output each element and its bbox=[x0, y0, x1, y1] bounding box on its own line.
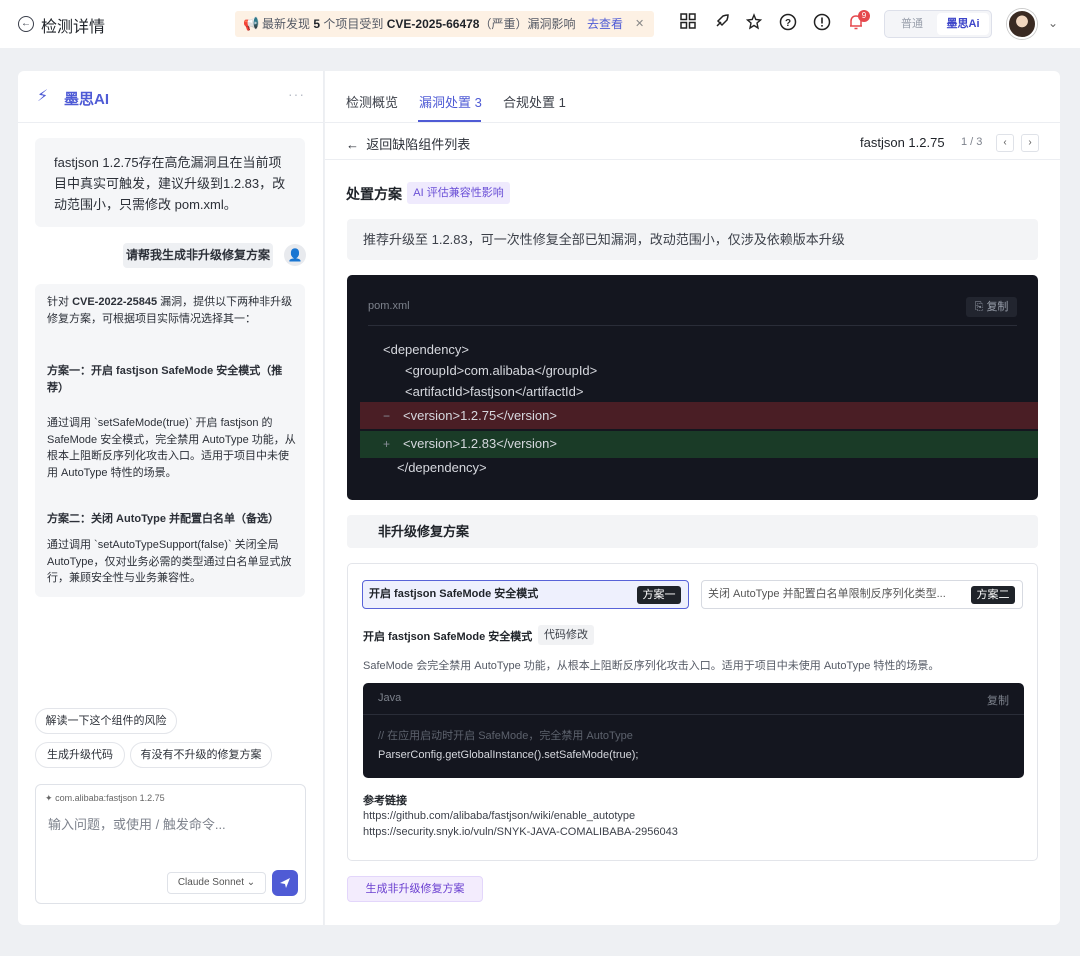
chevron-down-icon[interactable]: ⌄ bbox=[1048, 16, 1058, 30]
suggestion-chip[interactable]: 有没有不升级的修复方案 bbox=[130, 742, 272, 768]
sparkle-star-icon[interactable] bbox=[745, 13, 765, 33]
next-page-button[interactable]: › bbox=[1021, 134, 1039, 152]
code-line: <dependency> bbox=[383, 342, 470, 357]
divider bbox=[363, 714, 1024, 715]
code-line: <version>1.2.83</version> bbox=[403, 436, 557, 451]
code-comment: // 在应用启动时开启 SafeMode，完全禁用 AutoType bbox=[378, 730, 633, 742]
nonupgrade-card: 开启 fastjson SafeMode 安全模式 方案一 关闭 AutoTyp… bbox=[347, 563, 1038, 861]
prev-page-button[interactable]: ‹ bbox=[996, 134, 1014, 152]
ai-panel-header: ⚡ 墨思AI ··· bbox=[18, 71, 324, 123]
copy-icon: ⎘ bbox=[974, 301, 984, 313]
plan2-title: 方案二：关闭 AutoType 并配置白名单（备选） bbox=[47, 513, 280, 525]
notification-badge: 9 bbox=[858, 10, 870, 22]
back-to-list-link[interactable]: ← 返回缺陷组件列表 bbox=[346, 134, 470, 153]
notice-view-link[interactable]: 去查看 bbox=[587, 11, 623, 37]
recommendation-box: 推荐升级至 1.2.83，可一次性修复全部已知漏洞，改动范围小，仅涉及依赖版本升… bbox=[347, 219, 1038, 260]
ai-eval-badge[interactable]: AI 评估兼容性影响 bbox=[407, 182, 510, 204]
svg-text:?: ? bbox=[785, 18, 791, 29]
reference-link[interactable]: https://security.snyk.io/vuln/SNYK-JAVA-… bbox=[363, 826, 678, 838]
top-bar: ← 检测详情 📢 最新发现 5 个项目受到 CVE-2025-66478（严重）… bbox=[0, 0, 1080, 48]
cve-notice-banner: 📢 最新发现 5 个项目受到 CVE-2025-66478（严重）漏洞影响 去查… bbox=[235, 11, 654, 37]
pom-code-block: pom.xml ⎘ 复制 <dependency> <groupId>com.a… bbox=[347, 275, 1038, 500]
copy-button[interactable]: 复制 bbox=[987, 692, 1009, 708]
send-button[interactable] bbox=[272, 870, 298, 896]
rocket-icon[interactable] bbox=[712, 13, 732, 33]
ai-message: fastjson 1.2.75存在高危漏洞且在当前项目中真实可触发，建议升级到1… bbox=[35, 138, 305, 227]
option-tag: 方案二 bbox=[971, 586, 1015, 604]
mode-toggle[interactable]: 普通 墨思Ai bbox=[884, 10, 992, 38]
grid-icon[interactable] bbox=[678, 13, 698, 33]
detail-panel: 检测概览 漏洞处置 3 合规处置 1 ← 返回缺陷组件列表 fastjson 1… bbox=[325, 71, 1060, 925]
suggestion-chip[interactable]: 生成升级代码 bbox=[35, 742, 125, 768]
plan-title: 处置方案 bbox=[346, 186, 402, 202]
plan2-desc: 通过调用 `setAutoTypeSupport(false)` 关闭全局 Au… bbox=[47, 539, 292, 584]
sparkle-icon: ✦ bbox=[45, 793, 53, 803]
option-autotype[interactable]: 关闭 AutoType 并配置白名单限制反序列化类型... 方案二 bbox=[701, 580, 1023, 609]
component-name: fastjson 1.2.75 bbox=[860, 135, 945, 150]
megaphone-icon: 📢 bbox=[243, 16, 260, 31]
code-line: </dependency> bbox=[397, 460, 487, 475]
model-select[interactable]: Claude Sonnet ⌄ bbox=[167, 872, 266, 894]
suggestion-chip[interactable]: 解读一下这个组件的风险 bbox=[35, 708, 177, 734]
divider bbox=[325, 159, 1060, 160]
option-safemode[interactable]: 开启 fastjson SafeMode 安全模式 方案一 bbox=[362, 580, 689, 609]
code-filename: pom.xml bbox=[368, 300, 410, 312]
divider bbox=[368, 325, 1017, 326]
solution-title: 开启 fastjson SafeMode 安全模式 bbox=[363, 631, 533, 643]
reply-intro: 针对 CVE-2022-25845 漏洞，提供以下两种非升级修复方案，可根据项目… bbox=[47, 296, 293, 325]
lightning-icon: ⚡ bbox=[37, 88, 49, 105]
chevron-down-icon: ⌄ bbox=[246, 877, 256, 888]
code-change-tag: 代码修改 bbox=[538, 625, 594, 645]
tab-overview[interactable]: 检测概览 bbox=[346, 92, 398, 111]
reference-title: 参考链接 bbox=[363, 795, 407, 807]
page-title: 检测详情 bbox=[41, 19, 106, 36]
java-code-block: Java 复制 // 在应用启动时开启 SafeMode，完全禁用 AutoTy… bbox=[363, 683, 1024, 778]
nonupgrade-section-title: 非升级修复方案 bbox=[347, 515, 1038, 548]
mode-ai[interactable]: 墨思Ai bbox=[937, 13, 989, 35]
solution-desc: SafeMode 会完全禁用 AutoType 功能，从根本上阻断反序列化攻击入… bbox=[363, 660, 940, 672]
plan1-desc: 通过调用 `setSafeMode(true)` 开启 fastjson 的 S… bbox=[47, 417, 296, 479]
code-line: <version>1.2.75</version> bbox=[403, 408, 557, 423]
code-line: ParserConfig.getGlobalInstance().setSafe… bbox=[378, 749, 639, 761]
avatar[interactable] bbox=[1007, 9, 1037, 39]
user-message: 请帮我生成非升级修复方案 bbox=[123, 243, 273, 268]
diff-minus: − bbox=[383, 409, 391, 423]
arrow-left-icon: ← bbox=[346, 137, 359, 152]
notice-text: 最新发现 5 个项目受到 CVE-2025-66478（严重）漏洞影响 bbox=[262, 17, 576, 31]
ai-assistant-panel: ⚡ 墨思AI ··· fastjson 1.2.75存在高危漏洞且在当前项目中真… bbox=[18, 71, 324, 925]
tab-vulnerability[interactable]: 漏洞处置 3 bbox=[419, 92, 482, 111]
plan1-title: 方案一：开启 fastjson SafeMode 安全模式（推荐） bbox=[47, 365, 283, 394]
more-icon[interactable]: ··· bbox=[288, 86, 305, 102]
tab-underline bbox=[418, 120, 481, 122]
code-line: <artifactId>fastjson</artifactId> bbox=[405, 384, 584, 399]
chat-input-box[interactable]: ✦ com.alibaba:fastjson 1.2.75 输入问题，或使用 /… bbox=[35, 784, 306, 904]
tab-compliance[interactable]: 合规处置 1 bbox=[503, 92, 566, 111]
copy-button[interactable]: ⎘ 复制 bbox=[966, 297, 1017, 317]
option-tag: 方案一 bbox=[637, 586, 681, 604]
chat-input[interactable]: 输入问题，或使用 / 触发命令... bbox=[48, 814, 226, 833]
code-line: <groupId>com.alibaba</groupId> bbox=[405, 363, 598, 378]
generate-nonupgrade-button[interactable]: 生成非升级修复方案 bbox=[347, 876, 483, 902]
code-language: Java bbox=[378, 692, 402, 704]
reference-link[interactable]: https://github.com/alibaba/fastjson/wiki… bbox=[363, 810, 635, 822]
diff-plus: + bbox=[383, 437, 391, 451]
tab-bar: 检测概览 漏洞处置 3 合规处置 1 bbox=[325, 71, 1060, 123]
ai-panel-title: 墨思AI bbox=[64, 91, 110, 108]
ai-message-text: fastjson 1.2.75存在高危漏洞且在当前项目中真实可触发，建议升级到1… bbox=[54, 155, 286, 212]
context-label: ✦ com.alibaba:fastjson 1.2.75 bbox=[45, 793, 165, 803]
ai-reply: 针对 CVE-2022-25845 漏洞，提供以下两种非升级修复方案，可根据项目… bbox=[35, 284, 305, 597]
help-icon[interactable]: ? bbox=[778, 13, 798, 33]
pager-text: 1 / 3 bbox=[961, 136, 983, 148]
back-icon[interactable]: ← bbox=[18, 16, 34, 32]
mode-normal[interactable]: 普通 bbox=[887, 13, 937, 35]
alert-icon[interactable] bbox=[812, 13, 832, 33]
close-icon[interactable]: ✕ bbox=[635, 11, 644, 37]
user-icon: 👤 bbox=[284, 244, 306, 266]
